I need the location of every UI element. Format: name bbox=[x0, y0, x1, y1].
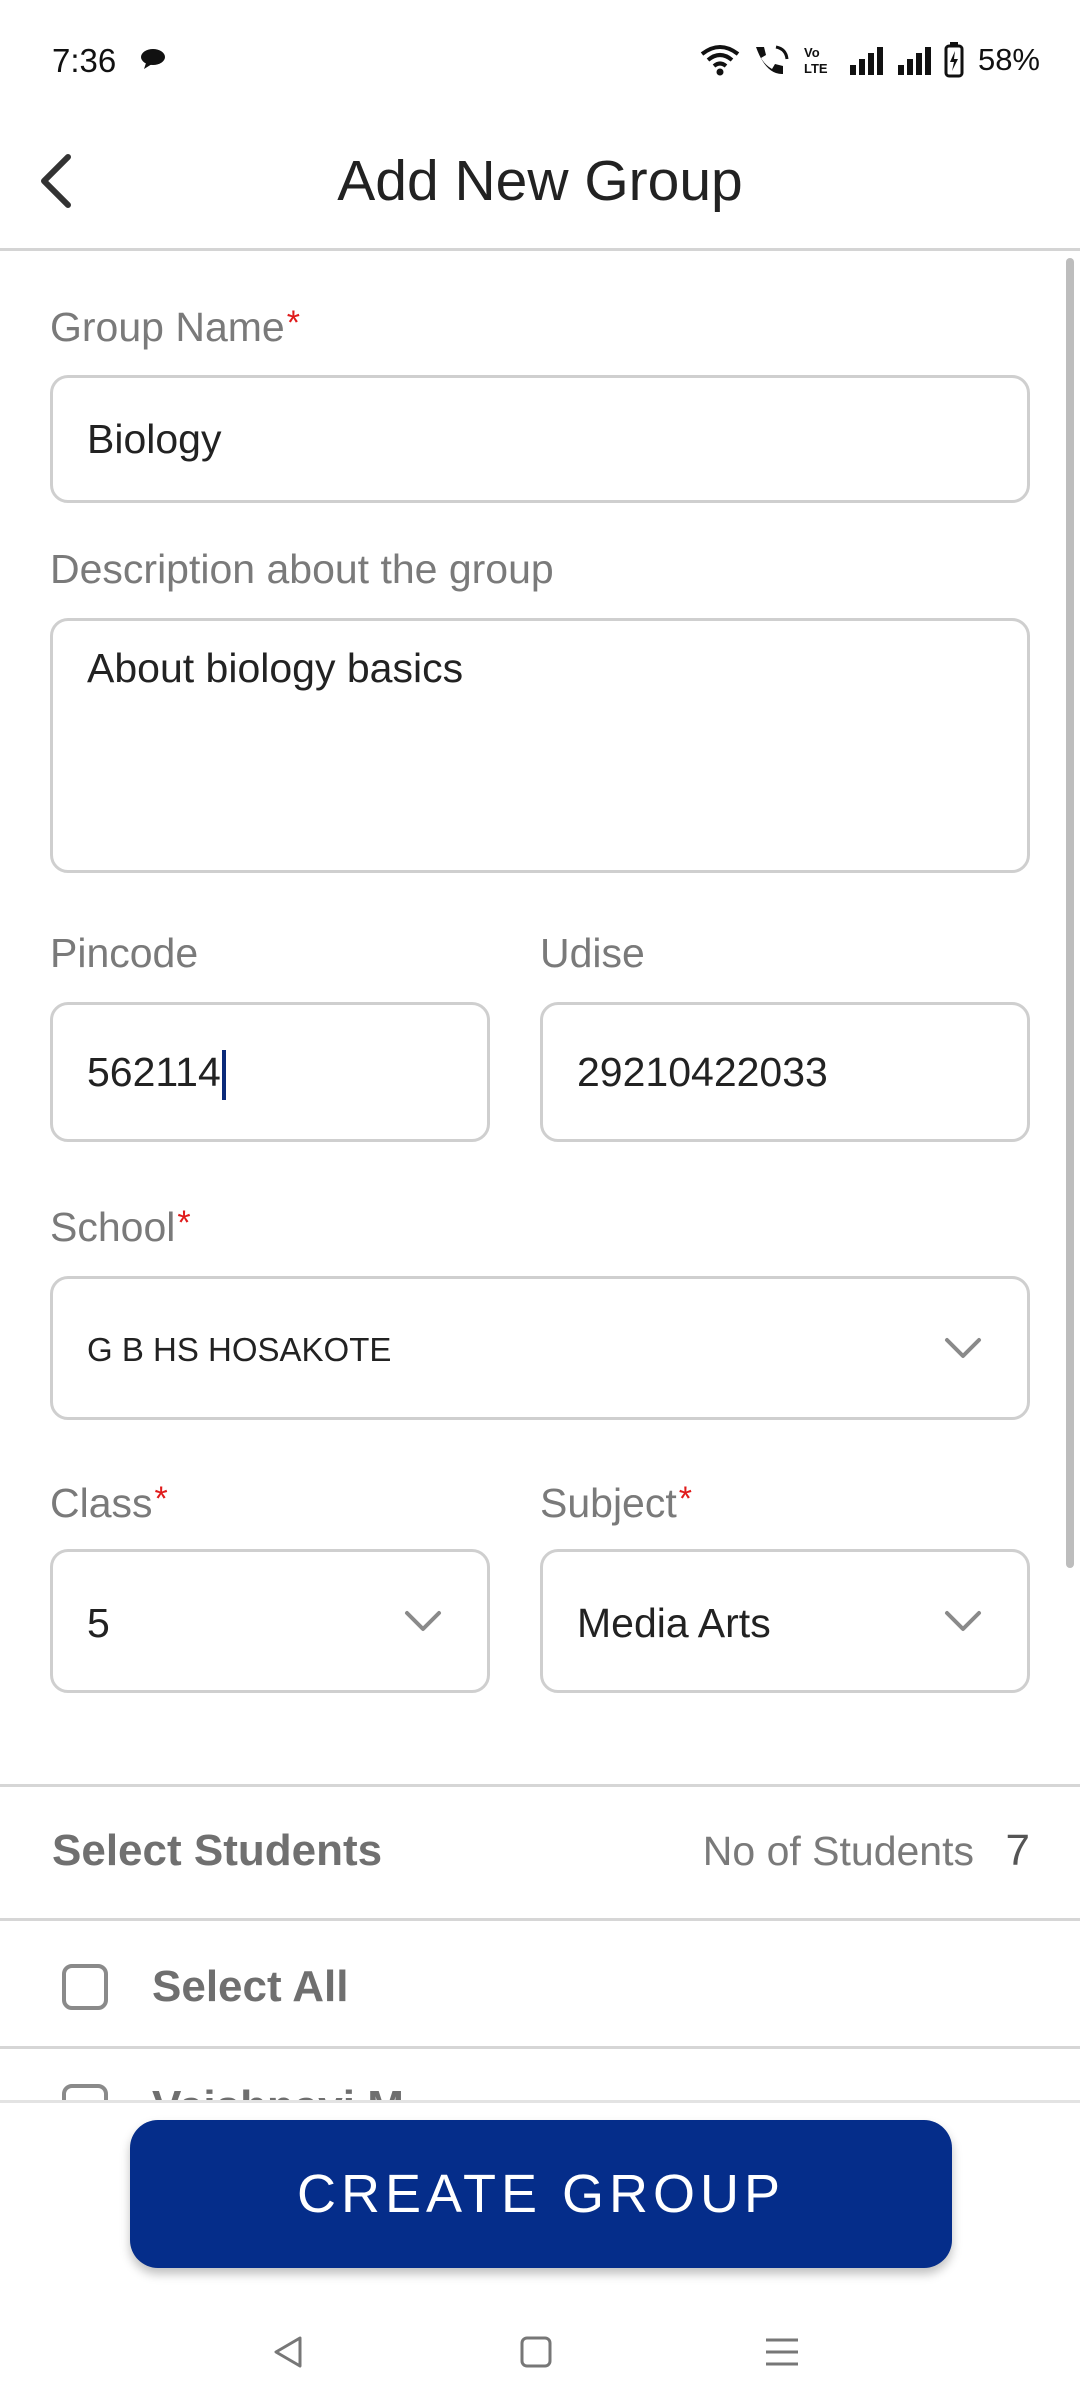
subject-value: Media Arts bbox=[577, 1600, 771, 1646]
status-bar: 7:36 Vo LTE 58% bbox=[0, 0, 1080, 120]
signal-icon bbox=[896, 45, 932, 75]
class-label: Class* bbox=[50, 1480, 168, 1526]
svg-text:Vo: Vo bbox=[804, 45, 820, 60]
udise-label: Udise bbox=[540, 930, 645, 976]
nav-home-button[interactable] bbox=[506, 2322, 566, 2382]
nav-recents-button[interactable] bbox=[752, 2322, 812, 2382]
school-label: School* bbox=[50, 1204, 191, 1250]
chat-bubble-icon bbox=[140, 48, 166, 70]
nav-back-button[interactable] bbox=[258, 2322, 318, 2382]
udise-input[interactable]: 29210422033 bbox=[540, 1002, 1030, 1142]
battery-percentage: 58% bbox=[977, 42, 1040, 77]
menu-lines-icon bbox=[766, 2338, 798, 2366]
section-divider bbox=[0, 1784, 1080, 1787]
udise-value: 29210422033 bbox=[577, 1049, 828, 1095]
pincode-value: 562114 bbox=[87, 1049, 226, 1101]
pincode-label: Pincode bbox=[50, 930, 199, 976]
page-title: Add New Group bbox=[337, 149, 743, 213]
chevron-down-icon bbox=[945, 1338, 981, 1358]
system-nav-bar bbox=[0, 2300, 1080, 2400]
select-all-checkbox[interactable] bbox=[62, 1964, 108, 2010]
group-name-label: Group Name* bbox=[50, 304, 300, 350]
student-count-value: 7 bbox=[1005, 1826, 1030, 1875]
school-select[interactable]: G B HS HOSAKOTE bbox=[50, 1276, 1030, 1420]
signal-icon bbox=[848, 45, 884, 75]
select-all-label[interactable]: Select All bbox=[152, 1962, 348, 2012]
volte-icon: Vo LTE bbox=[802, 43, 836, 77]
required-mark: * bbox=[154, 1480, 168, 1518]
status-icons: Vo LTE 58% bbox=[700, 40, 1040, 80]
description-textarea[interactable]: About biology basics bbox=[50, 618, 1030, 873]
class-value: 5 bbox=[87, 1600, 110, 1646]
section-divider bbox=[0, 1918, 1080, 1921]
group-name-input[interactable]: Biology bbox=[50, 375, 1030, 503]
wifi-calling-icon bbox=[752, 43, 790, 77]
square-home-icon bbox=[520, 2336, 552, 2368]
wifi-icon bbox=[700, 44, 740, 76]
pincode-input[interactable]: 562114 bbox=[50, 1002, 490, 1142]
class-select[interactable]: 5 bbox=[50, 1549, 490, 1693]
required-mark: * bbox=[177, 1204, 191, 1242]
battery-icon bbox=[944, 42, 964, 78]
subject-label: Subject* bbox=[540, 1480, 692, 1526]
triangle-back-icon bbox=[274, 2336, 302, 2368]
description-value: About biology basics bbox=[87, 645, 464, 691]
scrollbar[interactable] bbox=[1066, 258, 1074, 1568]
required-mark: * bbox=[286, 304, 300, 342]
app-header: Add New Group bbox=[0, 120, 1080, 251]
select-students-title: Select Students bbox=[52, 1826, 383, 1875]
chevron-down-icon bbox=[945, 1611, 981, 1631]
subject-select[interactable]: Media Arts bbox=[540, 1549, 1030, 1693]
group-name-value: Biology bbox=[87, 416, 222, 462]
chevron-down-icon bbox=[405, 1611, 441, 1631]
school-value: G B HS HOSAKOTE bbox=[87, 1331, 392, 1368]
description-label: Description about the group bbox=[50, 546, 554, 592]
student-count-label: No of Students bbox=[702, 1828, 974, 1874]
status-time: 7:36 bbox=[52, 42, 117, 79]
section-divider bbox=[0, 2046, 1080, 2049]
svg-text:LTE: LTE bbox=[804, 61, 828, 76]
required-mark: * bbox=[678, 1480, 692, 1518]
text-cursor bbox=[221, 1050, 226, 1101]
create-group-button[interactable]: CREATE GROUP bbox=[130, 2120, 952, 2268]
